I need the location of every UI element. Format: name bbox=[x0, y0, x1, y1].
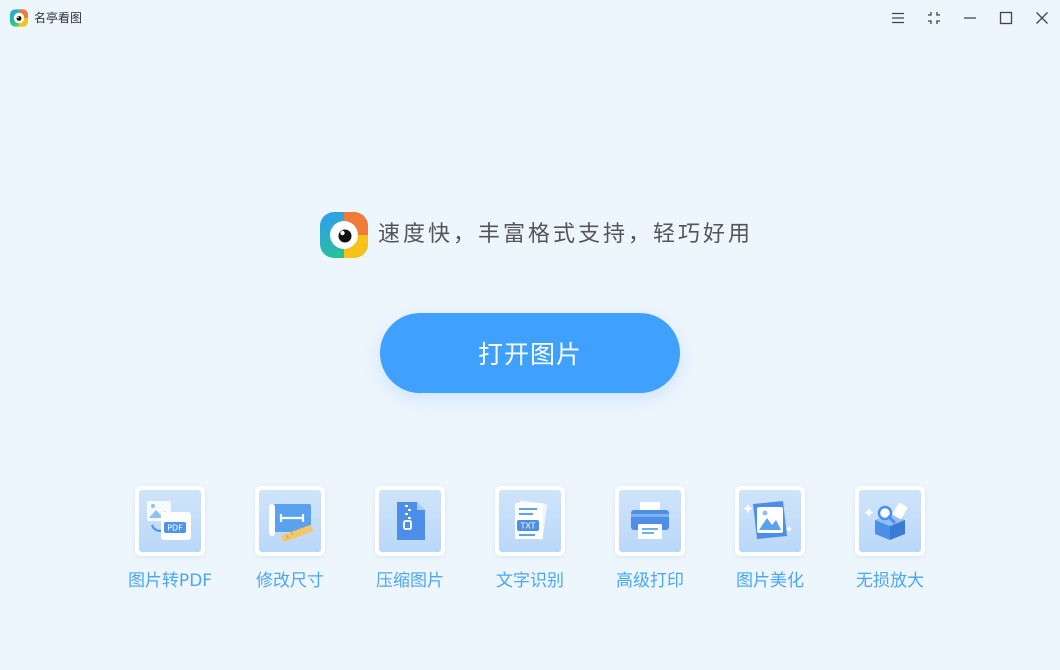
tool-icon-box: TXT bbox=[495, 486, 565, 556]
app-title: 名亭看图 bbox=[34, 11, 83, 25]
menu-button[interactable] bbox=[885, 6, 911, 30]
app-logo-icon bbox=[10, 9, 28, 27]
maximize-icon bbox=[999, 11, 1013, 25]
tool-label: 无损放大 bbox=[856, 571, 924, 591]
zip-compress-icon bbox=[397, 502, 425, 540]
tool-label: 修改尺寸 bbox=[256, 571, 324, 591]
maximize-button[interactable] bbox=[993, 6, 1019, 30]
tool-label: 图片美化 bbox=[736, 571, 804, 591]
hamburger-menu-icon bbox=[892, 12, 904, 24]
open-image-button[interactable]: 打开图片 bbox=[380, 313, 680, 393]
tool-label: 压缩图片 bbox=[376, 571, 444, 591]
tool-icon-box: PDF bbox=[135, 486, 205, 556]
close-icon bbox=[1036, 12, 1048, 24]
fullscreen-button[interactable] bbox=[921, 6, 947, 30]
hero-banner: 速度快，丰富格式支持，轻巧好用 bbox=[320, 212, 753, 258]
tool-label: 图片转PDF bbox=[127, 571, 213, 591]
title-bar: 名亭看图 bbox=[0, 0, 1060, 36]
fullscreen-icon bbox=[928, 12, 940, 24]
app-window: 名亭看图 速度快，丰富格式支持，轻巧好用 打开图片 PDF 图片转PDF 修改尺… bbox=[0, 0, 1060, 670]
tool-enlarge[interactable]: 无损放大 bbox=[830, 486, 950, 596]
txt-ocr-icon: TXT bbox=[514, 500, 548, 540]
tool-ocr[interactable]: TXT 文字识别 bbox=[470, 486, 590, 596]
tool-compress[interactable]: 压缩图片 bbox=[350, 486, 470, 596]
tool-beautify[interactable]: 图片美化 bbox=[710, 486, 830, 596]
tool-icon-box bbox=[735, 486, 805, 556]
tool-icon-box bbox=[255, 486, 325, 556]
printer-icon bbox=[631, 502, 669, 539]
lossless-enlarge-icon bbox=[864, 502, 908, 540]
tool-image-to-pdf[interactable]: PDF 图片转PDF bbox=[110, 486, 230, 596]
tool-print[interactable]: 高级打印 bbox=[590, 486, 710, 596]
tool-icon-box bbox=[615, 486, 685, 556]
tool-icon-box bbox=[855, 486, 925, 556]
minimize-button[interactable] bbox=[957, 6, 983, 30]
slogan-text: 速度快，丰富格式支持，轻巧好用 bbox=[378, 222, 754, 247]
app-logo-icon bbox=[320, 212, 368, 258]
tool-label: 高级打印 bbox=[616, 571, 684, 591]
tool-icon-box bbox=[375, 486, 445, 556]
minimize-icon bbox=[964, 17, 976, 19]
svg-text:TXT: TXT bbox=[519, 522, 535, 531]
close-button[interactable] bbox=[1029, 6, 1055, 30]
beautify-image-icon bbox=[743, 501, 792, 539]
svg-text:PDF: PDF bbox=[167, 524, 183, 533]
tool-resize[interactable]: 修改尺寸 bbox=[230, 486, 350, 596]
image-to-pdf-icon: PDF bbox=[147, 501, 191, 540]
resize-ruler-icon bbox=[269, 504, 314, 542]
tool-label: 文字识别 bbox=[496, 571, 564, 591]
